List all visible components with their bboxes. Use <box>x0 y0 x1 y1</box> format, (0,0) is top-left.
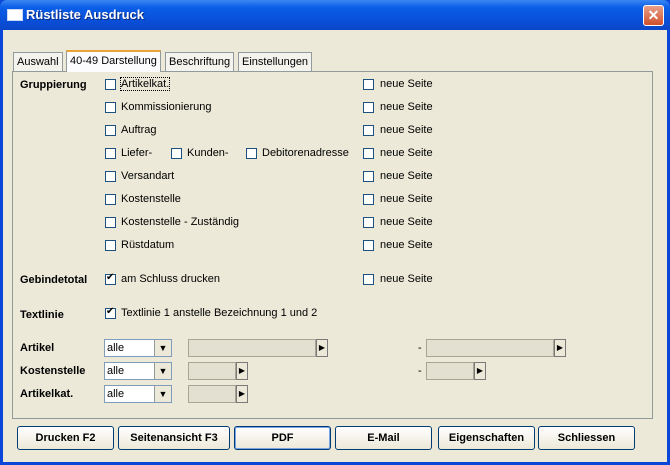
gruppierung-checkbox-kommissionierung[interactable] <box>105 102 116 113</box>
dialog-window: Rüstliste Ausdruck ✕ Auswahl 40-49 Darst… <box>0 0 670 465</box>
gruppierung-checkbox-kostenstelle[interactable] <box>105 194 116 205</box>
neue-seite-label: neue Seite <box>380 216 433 228</box>
neue-seite-checkbox[interactable] <box>363 79 374 90</box>
gruppierung-option-label: Artikelkat. <box>119 77 171 91</box>
neue-seite-checkbox[interactable] <box>363 102 374 113</box>
tab-einstellungen[interactable]: Einstellungen <box>238 52 313 71</box>
drucken-button[interactable]: Drucken F2 <box>17 426 114 450</box>
pdf-button[interactable]: PDF <box>234 426 331 450</box>
eigenschaften-button[interactable]: Eigenschaften <box>438 426 535 450</box>
email-button[interactable]: E-Mail <box>335 426 432 450</box>
debitor-label: Debitorenadresse <box>262 147 349 159</box>
neue-seite-label: neue Seite <box>380 124 433 136</box>
tab-darstellung[interactable]: 40-49 Darstellung <box>66 50 161 72</box>
neue-seite-checkbox[interactable] <box>363 148 374 159</box>
neue-seite-checkbox[interactable] <box>363 240 374 251</box>
chevron-down-icon[interactable]: ▼ <box>154 340 171 356</box>
gruppierung-option-label: Liefer- <box>121 147 153 159</box>
tab-auswahl[interactable]: Auswahl <box>13 52 63 71</box>
artikelkat-from-lookup-button[interactable]: ▶ <box>236 385 248 403</box>
kostenstelle-from-field[interactable] <box>188 362 236 380</box>
gebindetotal-neue-seite-checkbox[interactable] <box>363 274 374 285</box>
gebindetotal-label: Gebindetotal <box>20 274 88 286</box>
neue-seite-checkbox[interactable] <box>363 171 374 182</box>
gruppierung-option-label: Kommissionierung <box>121 101 212 113</box>
neue-seite-label: neue Seite <box>380 147 433 159</box>
artikelkat-filter-label: Artikelkat. <box>20 388 74 400</box>
neue-seite-label: neue Seite <box>380 170 433 182</box>
range-dash: - <box>418 342 422 354</box>
tab-beschriftung[interactable]: Beschriftung <box>165 52 235 71</box>
neue-seite-checkbox[interactable] <box>363 194 374 205</box>
gruppierung-option-label: Versandart <box>121 170 175 182</box>
kostenstelle-select[interactable]: alle ▼ <box>104 362 172 380</box>
neue-seite-label: neue Seite <box>380 239 433 251</box>
artikelkat-select-value: alle <box>107 388 125 400</box>
window-icon <box>7 9 23 21</box>
textlinie-checkbox[interactable] <box>105 306 116 319</box>
artikelkat-from-field[interactable] <box>188 385 236 403</box>
gruppierung-option-label: Kostenstelle <box>121 193 181 205</box>
artikel-to-lookup-button[interactable]: ▶ <box>554 339 566 357</box>
kostenstelle-to-field[interactable] <box>426 362 474 380</box>
gruppierung-option-label: Auftrag <box>121 124 157 136</box>
chevron-down-icon[interactable]: ▼ <box>154 386 171 402</box>
neue-seite-label: neue Seite <box>380 101 433 113</box>
artikelkat-select[interactable]: alle ▼ <box>104 385 172 403</box>
kostenstelle-to-lookup-button[interactable]: ▶ <box>474 362 486 380</box>
close-button[interactable]: ✕ <box>643 5 664 26</box>
neue-seite-label: neue Seite <box>380 193 433 205</box>
gruppierung-checkbox-liefer[interactable] <box>105 148 116 159</box>
title-bar[interactable]: Rüstliste Ausdruck ✕ <box>0 0 670 30</box>
am-schluss-drucken-label: am Schluss drucken <box>121 273 221 285</box>
textlinie-option-label: Textlinie 1 anstelle Bezeichnung 1 und 2 <box>121 307 318 319</box>
artikel-from-field[interactable] <box>188 339 316 357</box>
gruppierung-checkbox-debitor[interactable] <box>246 148 257 159</box>
artikel-label: Artikel <box>20 342 55 354</box>
neue-seite-checkbox[interactable] <box>363 125 374 136</box>
gruppierung-checkbox-artikelkat[interactable] <box>105 79 116 90</box>
kostenstelle-filter-label: Kostenstelle <box>20 365 86 377</box>
gruppierung-checkbox-versandart[interactable] <box>105 171 116 182</box>
gruppierung-checkbox-kunden[interactable] <box>171 148 182 159</box>
gruppierung-option-label: Kostenstelle - Zuständig <box>121 216 240 228</box>
dialog-client: Auswahl 40-49 Darstellung Beschriftung E… <box>3 30 667 462</box>
seitenansicht-button[interactable]: Seitenansicht F3 <box>118 426 230 450</box>
kunden-label: Kunden- <box>187 147 229 159</box>
artikel-from-lookup-button[interactable]: ▶ <box>316 339 328 357</box>
chevron-down-icon[interactable]: ▼ <box>154 363 171 379</box>
window-title: Rüstliste Ausdruck <box>26 7 144 22</box>
schliessen-button[interactable]: Schliessen <box>538 426 635 450</box>
am-schluss-drucken-checkbox[interactable] <box>105 272 116 285</box>
gruppierung-checkbox-auftrag[interactable] <box>105 125 116 136</box>
gruppierung-checkbox-kostenstelle-zustaendig[interactable] <box>105 217 116 228</box>
neue-seite-label: neue Seite <box>380 78 433 90</box>
neue-seite-checkbox[interactable] <box>363 217 374 228</box>
artikel-select-value: alle <box>107 342 125 354</box>
gruppierung-label: Gruppierung <box>20 79 87 91</box>
kostenstelle-select-value: alle <box>107 365 125 377</box>
gruppierung-checkbox-ruestdatum[interactable] <box>105 240 116 251</box>
range-dash: - <box>418 365 422 377</box>
gruppierung-option-label: Rüstdatum <box>121 239 175 251</box>
artikel-select[interactable]: alle ▼ <box>104 339 172 357</box>
textlinie-label: Textlinie <box>20 309 64 321</box>
artikel-to-field[interactable] <box>426 339 554 357</box>
gebindetotal-neue-seite-label: neue Seite <box>380 273 433 285</box>
kostenstelle-from-lookup-button[interactable]: ▶ <box>236 362 248 380</box>
